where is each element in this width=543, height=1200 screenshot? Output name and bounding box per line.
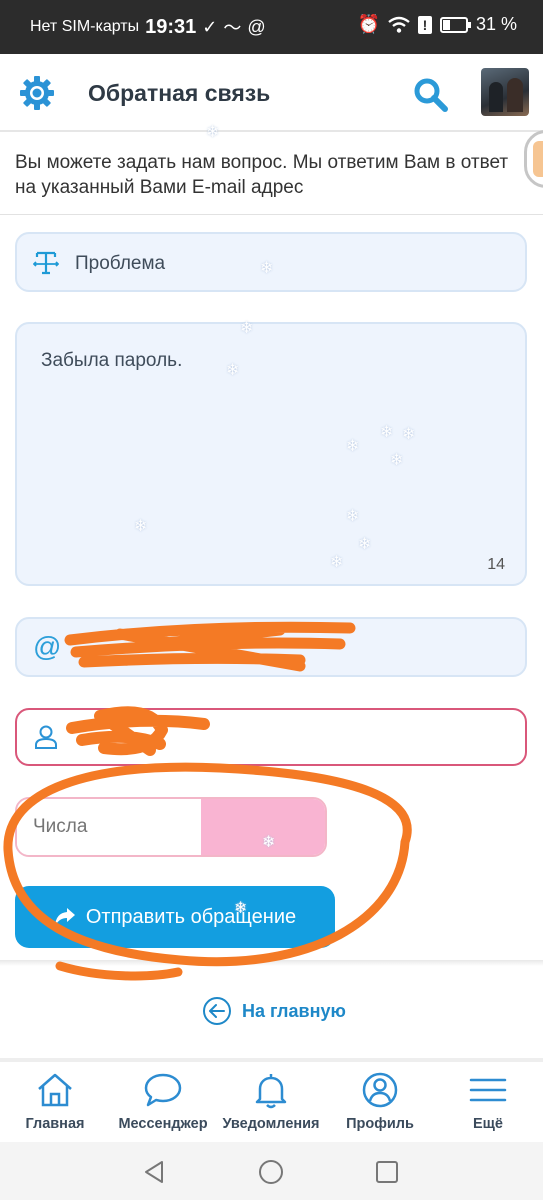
status-bar: Нет SIM-карты 19:31 ✓ 〜 @ ⏰ ! 31 % bbox=[0, 0, 543, 54]
alert-icon: ! bbox=[417, 15, 432, 34]
home-circle-icon[interactable] bbox=[257, 1158, 285, 1186]
message-value: Забыла пароль. bbox=[41, 350, 183, 371]
clock: 19:31 bbox=[145, 15, 197, 38]
home-link[interactable]: На главную bbox=[202, 996, 346, 1026]
nav-item-messenger[interactable]: Мессенджер bbox=[108, 1070, 218, 1132]
wifi-icon bbox=[388, 16, 410, 33]
back-triangle-icon[interactable] bbox=[140, 1158, 168, 1186]
subject-field[interactable]: Проблема bbox=[15, 232, 527, 292]
system-nav-bar bbox=[0, 1142, 543, 1200]
nav-label-home: Главная bbox=[25, 1116, 85, 1132]
at-icon: @ bbox=[33, 631, 62, 662]
nav-label-profile: Профиль bbox=[346, 1116, 414, 1132]
text-cursor-icon bbox=[33, 251, 59, 275]
nav-item-profile[interactable]: Профиль bbox=[325, 1070, 435, 1132]
nav-item-notifications[interactable]: Уведомления bbox=[216, 1070, 326, 1132]
app-header: Обратная связь bbox=[0, 54, 543, 132]
nav-item-home[interactable]: Главная bbox=[0, 1070, 110, 1132]
chat-bubble-icon bbox=[144, 1073, 182, 1107]
carrier-label: Нет SIM-карты bbox=[30, 18, 140, 35]
captcha-input[interactable] bbox=[17, 799, 201, 855]
char-counter: 14 bbox=[487, 556, 505, 573]
subject-value: Проблема bbox=[75, 253, 166, 274]
intro-text: Вы можете задать нам вопрос. Мы ответим … bbox=[15, 152, 509, 198]
recents-square-icon[interactable] bbox=[373, 1158, 401, 1186]
home-link-label: На главную bbox=[242, 1000, 346, 1021]
bottom-nav: Главная Мессенджер Уведомления Профиль Е… bbox=[0, 1062, 543, 1142]
alarm-icon: ⏰ bbox=[357, 14, 380, 34]
at-icon: @ bbox=[247, 16, 266, 37]
name-field[interactable] bbox=[15, 708, 527, 766]
nav-label-notifications: Уведомления bbox=[222, 1116, 320, 1132]
search-icon[interactable] bbox=[412, 76, 450, 114]
profile-icon bbox=[362, 1072, 398, 1108]
check-icon: ✓ bbox=[202, 16, 218, 37]
battery-level: 31 % bbox=[475, 14, 517, 34]
share-arrow-icon bbox=[54, 908, 75, 926]
divider bbox=[0, 214, 543, 215]
nav-label-messenger: Мессенджер bbox=[118, 1116, 208, 1132]
submit-button[interactable]: Отправить обращение bbox=[15, 886, 335, 948]
gear-icon[interactable] bbox=[18, 74, 56, 112]
user-icon bbox=[35, 725, 57, 749]
submit-label: Отправить обращение bbox=[85, 905, 297, 928]
avatar[interactable] bbox=[481, 68, 529, 116]
message-textarea[interactable]: Забыла пароль. 14 bbox=[15, 322, 527, 586]
captcha-image[interactable] bbox=[201, 799, 325, 855]
nav-label-more: Ещё bbox=[473, 1116, 503, 1132]
email-field[interactable]: @ bbox=[15, 617, 527, 677]
bell-icon bbox=[255, 1074, 287, 1109]
nav-item-more[interactable]: Ещё bbox=[433, 1070, 543, 1132]
home-icon bbox=[38, 1073, 72, 1107]
section-shadow bbox=[0, 960, 543, 966]
page-title: Обратная связь bbox=[88, 80, 271, 106]
menu-icon bbox=[469, 1078, 507, 1102]
arrow-left-circle-icon bbox=[203, 997, 231, 1025]
captcha-field bbox=[15, 797, 327, 857]
battery-icon bbox=[439, 16, 471, 33]
tilde-icon: 〜 bbox=[223, 18, 242, 38]
